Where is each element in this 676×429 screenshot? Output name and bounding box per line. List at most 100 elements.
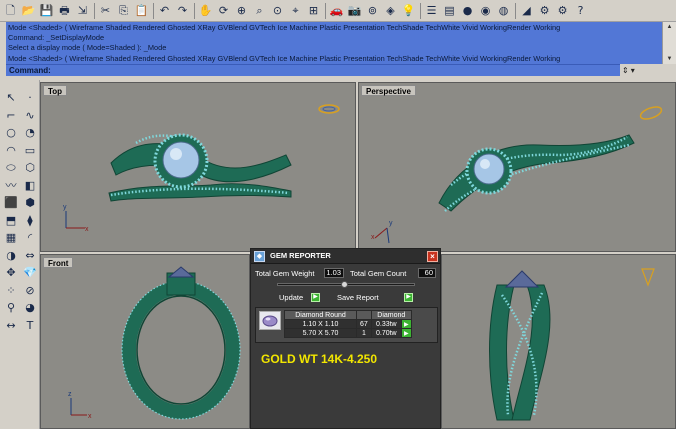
command-line-input[interactable]: Command:: [6, 64, 662, 76]
viewport-title-perspective[interactable]: Perspective: [361, 85, 416, 96]
import-icon[interactable]: ⇲: [74, 2, 91, 19]
box-solid-icon[interactable]: ⬛: [3, 195, 19, 210]
texture-sphere-icon[interactable]: ◍: [495, 2, 512, 19]
point-icon[interactable]: ·: [22, 90, 38, 105]
arc-icon[interactable]: ◠: [3, 143, 19, 158]
polygon-icon[interactable]: ⬡: [22, 160, 38, 175]
expand-icon[interactable]: ⇕: [622, 66, 629, 75]
close-icon[interactable]: ×: [427, 251, 438, 262]
settings-gear-icon[interactable]: ⚙: [536, 2, 553, 19]
extrude-icon[interactable]: ⬒: [3, 213, 19, 228]
dimension-icon[interactable]: ↔: [3, 318, 19, 333]
gem-table-panel: Diamond Round Diamond 1.10 X 1.10 67 0.3…: [255, 307, 438, 343]
options-icon[interactable]: ⚙: [554, 2, 571, 19]
right-view-render: [489, 268, 655, 421]
gem-size-cell: 1.10 X 1.10: [284, 319, 357, 329]
gem-count-cell: 1: [356, 328, 372, 338]
properties-icon[interactable]: ☰: [423, 2, 440, 19]
main-tool-palette: ↖ · ⌐ ∿ ○ ◔ ◠ ▭ ⬭ ⬡ 〰 ◧ ⬛ ⬢ ⬒ ⧫ ▦ ◜ ◑ ⇔ ✥ 💎 ⁘ ⊘ ⚲ ◕ ↔ T: [0, 80, 40, 429]
gem-reporter-title: GEM REPORTER: [270, 251, 331, 260]
save-report-button[interactable]: ▶: [404, 293, 413, 302]
history-line: Mode <Shaded> ( Wireframe Shaded Rendere…: [8, 53, 561, 63]
loft-icon[interactable]: ⧫: [22, 213, 38, 228]
boolean-icon[interactable]: ◑: [3, 248, 19, 263]
svg-text:z: z: [68, 391, 72, 398]
row-select-button[interactable]: ▶: [400, 319, 412, 329]
new-file-icon[interactable]: 🗋: [2, 2, 19, 19]
front-view-render: z x: [68, 266, 241, 420]
rotate-view-icon[interactable]: ⟳: [215, 2, 232, 19]
layer-icon[interactable]: ▤: [441, 2, 458, 19]
analyze-icon[interactable]: ⚲: [3, 300, 19, 315]
history-line: Command: _SetDisplayMode: [8, 33, 105, 43]
rectangle-icon[interactable]: ▭: [22, 143, 38, 158]
pan-hand-icon[interactable]: ✋: [197, 2, 214, 19]
car-icon[interactable]: 🚗: [328, 2, 345, 19]
gem-icon[interactable]: 💎: [22, 265, 38, 280]
row-select-button[interactable]: ▶: [400, 328, 412, 338]
copy-icon[interactable]: ⎘: [115, 2, 132, 19]
ellipse-icon[interactable]: ⬭: [3, 160, 19, 175]
gem-reporter-titlebar[interactable]: ◆ GEM REPORTER ×: [251, 249, 440, 264]
transform-icon[interactable]: ⇔: [22, 248, 38, 263]
dimension-icon[interactable]: ◢: [518, 2, 535, 19]
polyline-icon[interactable]: ⌐: [3, 108, 19, 123]
fillet-icon[interactable]: ◜: [22, 230, 38, 245]
redo-icon[interactable]: ↷: [174, 2, 191, 19]
circle-icon[interactable]: ○: [3, 125, 19, 140]
scroll-up-icon[interactable]: ▲: [663, 22, 676, 32]
total-gem-count-value: 60: [418, 268, 436, 278]
osnap-icon[interactable]: ⊚: [364, 2, 381, 19]
select-arrow-icon[interactable]: ↖: [3, 90, 19, 105]
undo-icon[interactable]: ↶: [156, 2, 173, 19]
ring-icon[interactable]: ⊘: [22, 283, 38, 298]
viewport-top[interactable]: y x Top: [40, 82, 356, 252]
gem-table-header-row: Diamond Round Diamond: [284, 310, 412, 320]
paste-icon[interactable]: 📋: [133, 2, 150, 19]
gem-table: Diamond Round Diamond 1.10 X 1.10 67 0.3…: [284, 310, 412, 338]
save-report-label[interactable]: Save Report: [337, 293, 379, 302]
four-viewports-icon[interactable]: ⊞: [305, 2, 322, 19]
scroll-down-icon[interactable]: ▼: [663, 54, 676, 64]
cut-icon[interactable]: ✂: [97, 2, 114, 19]
render-icon[interactable]: ◕: [22, 300, 38, 315]
update-button[interactable]: ▶: [311, 293, 320, 302]
lightbulb-icon[interactable]: 💡: [400, 2, 417, 19]
zoom-extents-icon[interactable]: ⊙: [269, 2, 286, 19]
array-icon[interactable]: ⁘: [3, 283, 19, 298]
gem-weight-cell: 0.33tw: [370, 319, 402, 329]
open-folder-icon[interactable]: 📂: [20, 2, 37, 19]
mesh-icon[interactable]: ▦: [3, 230, 19, 245]
gem-slider-handle[interactable]: [341, 281, 348, 288]
viewport-perspective[interactable]: x y Perspective: [358, 82, 676, 252]
zoom-selected-icon[interactable]: ⌖: [287, 2, 304, 19]
wireframe-icon[interactable]: ◈: [382, 2, 399, 19]
text-icon[interactable]: T: [22, 318, 38, 333]
viewport-title-top[interactable]: Top: [43, 85, 68, 96]
toolbar-separator: [325, 2, 326, 19]
help-icon[interactable]: ?: [572, 2, 589, 19]
zoom-icon[interactable]: ⊕: [233, 2, 250, 19]
save-icon[interactable]: 💾: [38, 2, 55, 19]
update-label[interactable]: Update: [279, 293, 303, 302]
sphere-icon[interactable]: ◔: [22, 125, 38, 140]
move-icon[interactable]: ✥: [3, 265, 19, 280]
freeform-curve-icon[interactable]: 〰: [3, 178, 19, 193]
svg-text:x: x: [371, 234, 375, 241]
dropdown-icon[interactable]: ▾: [631, 66, 635, 75]
history-scrollbar[interactable]: ▲ ▼: [662, 22, 676, 64]
curve-icon[interactable]: ∿: [22, 108, 38, 123]
viewport-title-front[interactable]: Front: [43, 257, 74, 268]
print-icon[interactable]: 🖶: [56, 2, 73, 19]
camera-icon[interactable]: 📷: [346, 2, 363, 19]
table-row[interactable]: 5.70 X 5.70 1 0.70tw ▶: [284, 328, 412, 338]
viewport-front[interactable]: z x Front: [40, 254, 250, 429]
render-sphere-icon[interactable]: ●: [459, 2, 476, 19]
table-row[interactable]: 1.10 X 1.10 67 0.33tw ▶: [284, 319, 412, 329]
material-sphere-icon[interactable]: ◉: [477, 2, 494, 19]
surface-icon[interactable]: ◧: [22, 178, 38, 193]
cylinder-icon[interactable]: ⬢: [22, 195, 38, 210]
viewport-right[interactable]: [441, 254, 676, 429]
svg-text:y: y: [389, 220, 393, 227]
zoom-window-icon[interactable]: ⌕: [251, 2, 268, 19]
